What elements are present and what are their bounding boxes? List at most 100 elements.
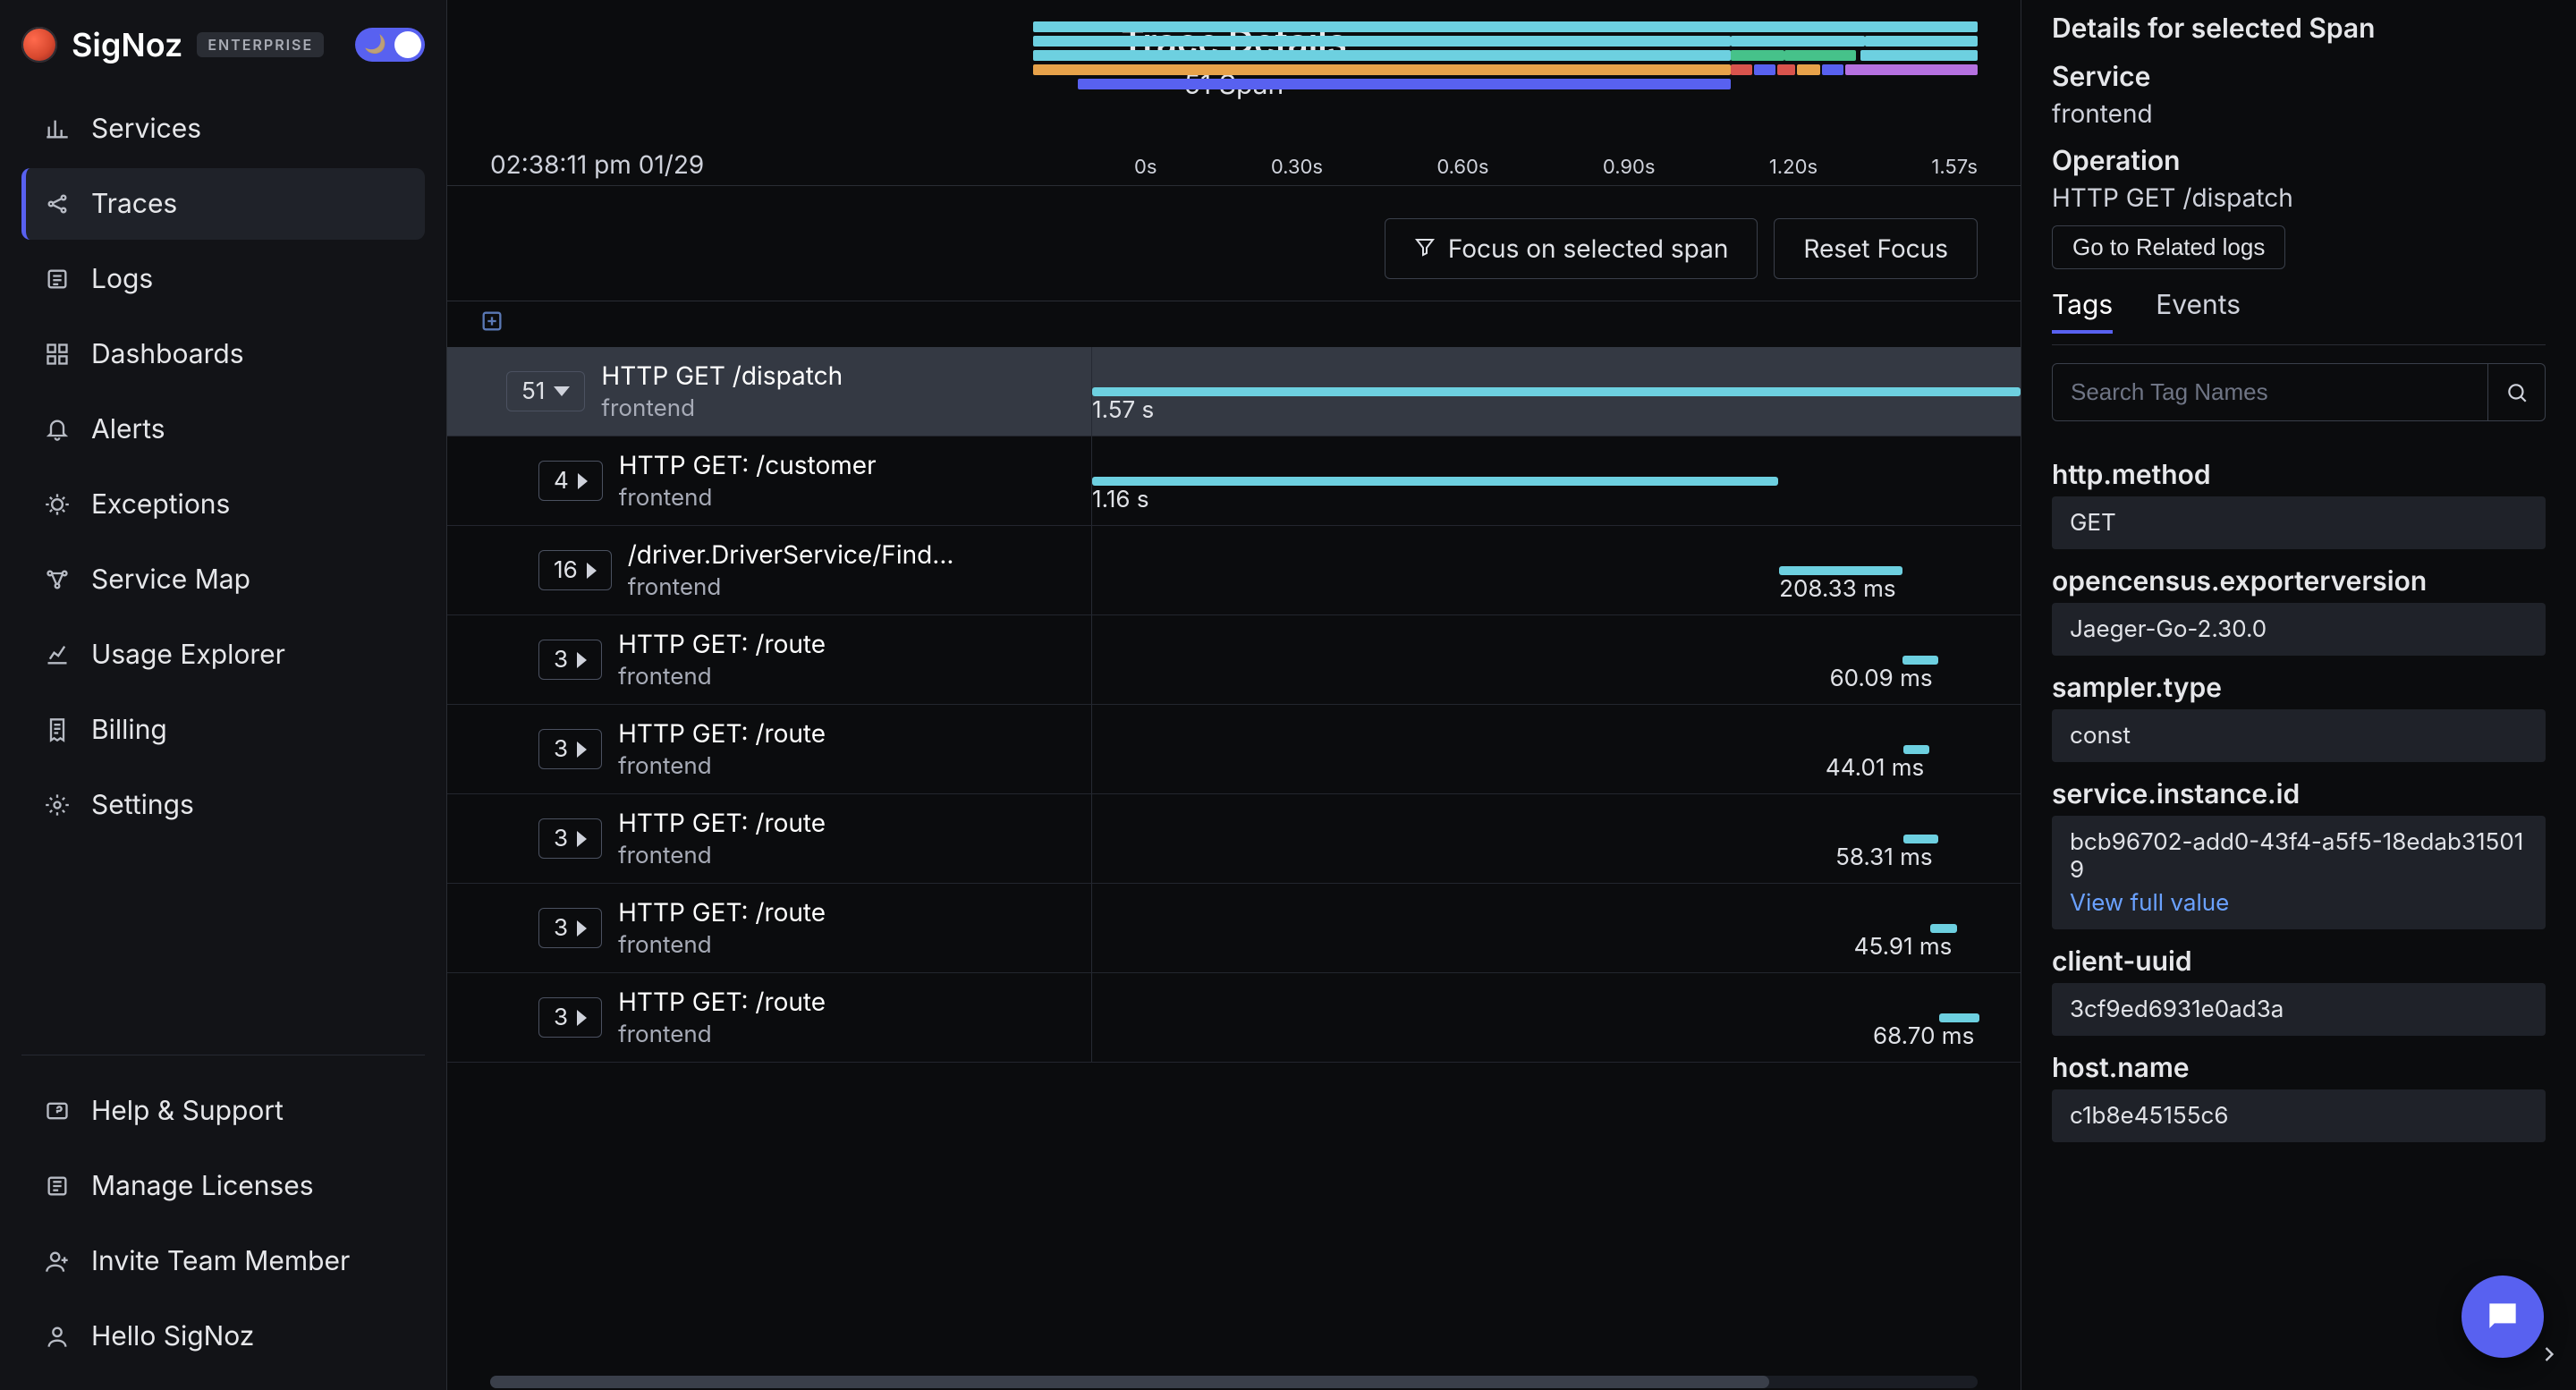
view-full-value-link[interactable]: View full value [2070, 889, 2229, 917]
tag-value: bcb96702-add0-43f4-a5f5-18edab315019View… [2052, 816, 2546, 929]
span-row[interactable]: 3HTTP GET: /routefrontend68.70 ms [447, 973, 2021, 1063]
caret-right-icon [578, 473, 588, 489]
overview-segment [1754, 64, 1775, 75]
caret-right-icon [577, 652, 587, 668]
overview-row [1033, 64, 1978, 75]
sidebar-item-billing[interactable]: Billing [21, 694, 425, 766]
child-count: 3 [554, 646, 568, 674]
trace-overview[interactable] [1033, 21, 1978, 89]
sidebar-item-invite-team-member[interactable]: Invite Team Member [21, 1225, 425, 1297]
sidebar-item-exceptions[interactable]: Exceptions [21, 469, 425, 540]
caret-right-icon [587, 563, 597, 579]
horizontal-scrollbar[interactable] [490, 1376, 1978, 1388]
reset-focus-button[interactable]: Reset Focus [1774, 218, 1978, 279]
overview-row [1033, 21, 1978, 32]
sidebar-item-label: Usage Explorer [91, 639, 285, 671]
focus-span-button[interactable]: Focus on selected span [1385, 218, 1758, 279]
overview-segment [1845, 64, 1978, 75]
sidebar-item-label: Billing [91, 714, 167, 746]
sidebar-item-service-map[interactable]: Service Map [21, 544, 425, 615]
tag-search-button[interactable] [2488, 363, 2546, 421]
details-panel: Details for selected Span Service fronte… [2021, 0, 2576, 1390]
nav-primary: Services Traces Logs DashboardsAlertsExcept… [21, 93, 425, 841]
tag-value: Jaeger-Go-2.30.0 [2052, 603, 2546, 656]
axis-ticks: 0s0.30s0.60s0.90s1.20s1.57s [1134, 156, 1978, 179]
operation-name: HTTP GET /dispatch [601, 360, 843, 391]
operation-name: HTTP GET: /route [618, 808, 826, 838]
operation-name: HTTP GET: /route [618, 897, 826, 928]
sidebar-item-settings[interactable]: Settings [21, 769, 425, 841]
sidebar-item-logs[interactable]: Logs [21, 243, 425, 315]
child-count-pill[interactable]: 51 [506, 371, 585, 411]
trace-header: Trace Details 51 Span [447, 0, 2021, 110]
span-row[interactable]: 3HTTP GET: /routefrontend60.09 ms [447, 615, 2021, 705]
caret-right-icon [577, 831, 587, 847]
tab-events[interactable]: Events [2156, 289, 2241, 334]
sidebar-item-services[interactable]: Services [21, 93, 425, 165]
sidebar-item-alerts[interactable]: Alerts [21, 394, 425, 465]
action-bar: Focus on selected span Reset Focus [447, 186, 2021, 301]
user-plus-icon [43, 1247, 72, 1276]
tags-list: http.methodGETopencensus.exporterversion… [2052, 443, 2546, 1158]
chat-fab[interactable] [2462, 1276, 2544, 1358]
sidebar-item-label: Logs [91, 263, 153, 295]
span-row-right: 208.33 ms [1091, 526, 2021, 614]
span-row[interactable]: 4HTTP GET: /customerfrontend1.16 s [447, 436, 2021, 526]
tag-key: service.instance.id [2052, 778, 2546, 810]
span-row[interactable]: 51 HTTP GET /dispatch frontend 1.57 s [447, 347, 2021, 436]
sidebar-item-label: Traces [91, 188, 177, 220]
child-count-pill[interactable]: 3 [538, 818, 602, 859]
sidebar-item-traces[interactable]: Traces [21, 168, 425, 240]
service-name: frontend [618, 842, 826, 869]
receipt-icon [43, 716, 72, 744]
sidebar-item-dashboards[interactable]: Dashboards [21, 318, 425, 390]
span-row[interactable]: 3HTTP GET: /routefrontend58.31 ms [447, 794, 2021, 884]
child-count-pill[interactable]: 16 [538, 550, 612, 590]
span-duration-label: 1.57 s [1092, 396, 1154, 424]
span-row[interactable]: 3HTTP GET: /routefrontend44.01 ms [447, 705, 2021, 794]
child-count-pill[interactable]: 3 [538, 640, 602, 680]
service-value: frontend [2052, 98, 2546, 129]
span-row-right: 45.91 ms [1091, 884, 2021, 972]
service-name: frontend [619, 484, 877, 512]
chart-line-icon [43, 640, 72, 669]
main: Trace Details 51 Span 02:38:11 pm 01/29 … [447, 0, 2576, 1390]
expand-all-button[interactable] [447, 301, 2021, 347]
span-duration-label: 44.01 ms [1826, 754, 1924, 782]
span-row[interactable]: 3HTTP GET: /routefrontend45.91 ms [447, 884, 2021, 973]
child-count-pill[interactable]: 4 [538, 461, 603, 501]
span-row-right: 44.01 ms [1091, 705, 2021, 793]
sidebar-item-hello-signoz[interactable]: Hello SigNoz [21, 1301, 425, 1372]
child-count: 3 [554, 914, 568, 942]
sidebar-item-label: Invite Team Member [91, 1245, 350, 1277]
span-row-left: 3HTTP GET: /routefrontend [447, 973, 1091, 1062]
details-title: Details for selected Span [2052, 13, 2546, 45]
axis-tick: 0.30s [1271, 156, 1323, 179]
axis-tick: 0.90s [1603, 156, 1656, 179]
overview-segment [1860, 50, 1978, 61]
theme-toggle[interactable] [355, 28, 425, 62]
child-count-pill[interactable]: 3 [538, 908, 602, 948]
service-name: frontend [601, 394, 843, 422]
chevron-right-icon[interactable] [2531, 1336, 2567, 1372]
sidebar-item-usage-explorer[interactable]: Usage Explorer [21, 619, 425, 691]
tag-value: 3cf9ed6931e0ad3a [2052, 983, 2546, 1036]
child-count: 3 [554, 735, 568, 763]
span-row[interactable]: 16/driver.DriverService/Find...frontend2… [447, 526, 2021, 615]
child-count-pill[interactable]: 3 [538, 997, 602, 1038]
tag-value: GET [2052, 496, 2546, 549]
sidebar-item-help-support[interactable]: Help & Support [21, 1075, 425, 1147]
sidebar: SigNoz ENTERPRISE ServicesTracesLogsDash… [0, 0, 447, 1390]
span-bar [1939, 1013, 1980, 1022]
tag-value: const [2052, 709, 2546, 762]
service-name: frontend [618, 663, 826, 691]
child-count-pill[interactable]: 3 [538, 729, 602, 769]
service-name: frontend [618, 1021, 826, 1048]
span-duration-label: 45.91 ms [1854, 933, 1953, 961]
span-row-right: 1.16 s [1091, 436, 2021, 525]
span-bar [1930, 924, 1957, 933]
tag-search-input[interactable] [2052, 363, 2488, 421]
related-logs-button[interactable]: Go to Related logs [2052, 225, 2285, 269]
sidebar-item-manage-licenses[interactable]: Manage Licenses [21, 1150, 425, 1222]
tab-tags[interactable]: Tags [2052, 289, 2113, 334]
